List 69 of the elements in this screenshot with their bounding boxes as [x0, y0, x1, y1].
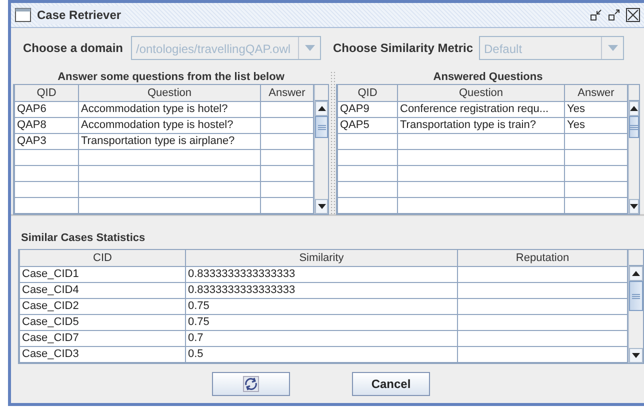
column-header[interactable]: QID	[14, 85, 78, 101]
window-icon	[15, 8, 31, 22]
up-arrow-icon	[630, 106, 638, 111]
down-arrow-icon	[630, 204, 638, 208]
table-cell: Transportation type is airplane?	[78, 133, 260, 149]
down-arrow-icon	[318, 204, 326, 208]
table-cell: 0.8333333333333333	[186, 282, 458, 298]
table-cell: 0.5	[186, 346, 458, 362]
column-header[interactable]: Answer	[260, 85, 314, 101]
scroll-up-button[interactable]	[315, 101, 328, 116]
panel-title: Answered Questions	[432, 71, 544, 84]
table-cell: Case_CID2	[20, 298, 186, 314]
down-arrow-icon	[632, 352, 640, 358]
dropdown-arrow-icon	[608, 45, 618, 51]
scroll-up-button[interactable]	[629, 266, 643, 281]
scroll-thumb[interactable]	[629, 281, 643, 311]
scroll-thumb[interactable]	[629, 116, 639, 138]
column-header[interactable]: Question	[398, 85, 564, 101]
table-cell: Case_CID3	[20, 346, 186, 362]
column-header[interactable]: Question	[78, 85, 260, 101]
dropdown-arrow-icon	[304, 45, 314, 51]
up-arrow-icon	[318, 106, 326, 111]
column-header[interactable]: CID	[20, 250, 186, 266]
scrollbar[interactable]	[628, 85, 639, 214]
domain-label: Choose a domain	[23, 40, 124, 57]
table-cell: 0.75	[186, 298, 458, 314]
table-cell: Yes	[564, 117, 628, 133]
table-cell: QAP5	[338, 117, 398, 133]
minimize-icon[interactable]	[590, 9, 602, 21]
table-cell: Transportation type is train?	[398, 117, 564, 133]
panel-title: Answer some questions from the list below	[56, 71, 286, 84]
grip-icon	[630, 124, 638, 130]
column-header[interactable]: Similarity	[186, 250, 458, 266]
grip-icon	[632, 294, 640, 298]
table-cell: Case_CID4	[20, 282, 186, 298]
table-cell: Conference registration requ...	[398, 101, 564, 117]
table-cell: Case_CID1	[20, 266, 186, 282]
window-title: Case Retriever	[37, 6, 126, 24]
sync-button[interactable]	[212, 372, 290, 396]
metric-label: Choose Similarity Metric	[333, 40, 474, 57]
cancel-button[interactable]: Cancel	[352, 372, 430, 396]
scroll-down-button[interactable]	[629, 198, 639, 214]
section-title: Similar Cases Statistics	[21, 231, 146, 244]
column-header[interactable]: Reputation	[458, 250, 628, 266]
table-cell: Accommodation type is hostel?	[78, 117, 260, 133]
scrollbar[interactable]	[628, 250, 643, 362]
column-header[interactable]: Answer	[564, 85, 628, 101]
table-cell: Case_CID7	[20, 330, 186, 346]
scrollbar[interactable]	[314, 85, 328, 214]
table-cell: QAP8	[14, 117, 78, 133]
table-cell: 0.75	[186, 314, 458, 330]
scroll-thumb[interactable]	[315, 116, 328, 138]
close-icon[interactable]	[626, 8, 640, 22]
table-cell: QAP3	[14, 133, 78, 149]
table-cell: QAP6	[14, 101, 78, 117]
up-arrow-icon	[632, 271, 640, 276]
table-cell: Accommodation type is hotel?	[78, 101, 260, 117]
scroll-up-button[interactable]	[629, 101, 639, 116]
scroll-down-button[interactable]	[315, 198, 328, 214]
maximize-icon[interactable]	[608, 9, 620, 21]
grip-icon	[318, 124, 326, 130]
table-cell: 0.7	[186, 330, 458, 346]
table-cell: Yes	[564, 101, 628, 117]
table-cell: QAP9	[338, 101, 398, 117]
table-cell: Case_CID5	[20, 314, 186, 330]
table-cell: 0.8333333333333333	[186, 266, 458, 282]
scroll-down-button[interactable]	[629, 348, 643, 362]
sync-icon	[243, 376, 259, 392]
column-header[interactable]: QID	[338, 85, 398, 101]
